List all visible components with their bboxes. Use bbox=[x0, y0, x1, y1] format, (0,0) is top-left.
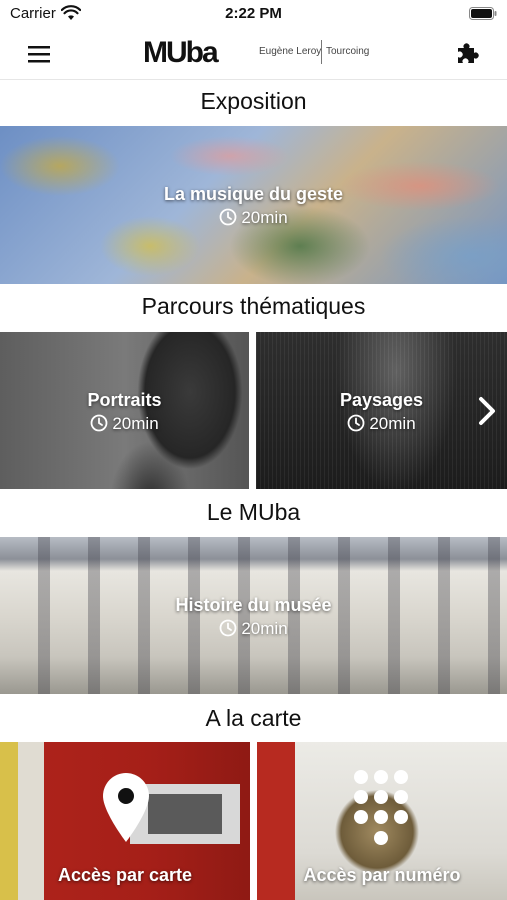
card-image-abstract-painting bbox=[0, 126, 507, 284]
status-time: 2:22 PM bbox=[225, 5, 282, 22]
logo-subtitle-city: Tourcoing bbox=[326, 46, 370, 57]
clock-icon bbox=[219, 208, 237, 226]
card-exposition[interactable]: La musique du geste 20min bbox=[0, 126, 507, 284]
nav-bar: MUba Eugène Leroy Tourcoing bbox=[0, 28, 507, 80]
card-muba-histoire[interactable]: Histoire du musée 20min bbox=[0, 537, 507, 694]
status-bar: Carrier 2:22 PM bbox=[0, 0, 507, 28]
hamburger-menu-icon[interactable] bbox=[26, 42, 54, 66]
card-exposition-duration: 20min bbox=[0, 208, 507, 228]
chevron-right-icon[interactable] bbox=[477, 396, 497, 426]
duration-text: 20min bbox=[241, 619, 288, 638]
section-title-muba: Le MUba bbox=[206, 499, 301, 525]
card-histoire-duration: 20min bbox=[0, 619, 507, 639]
logo-separator bbox=[321, 40, 322, 64]
battery-icon bbox=[469, 7, 497, 20]
duration-text: 20min bbox=[241, 208, 288, 227]
puzzle-piece-icon[interactable] bbox=[455, 40, 481, 66]
card-paysages-title: Paysages bbox=[339, 390, 424, 410]
card-acces-carte[interactable]: Accès par carte bbox=[0, 742, 250, 900]
section-title-parcours: Parcours thématiques bbox=[141, 293, 366, 319]
card-portraits-duration: 20min bbox=[0, 414, 249, 434]
card-exposition-title: La musique du geste bbox=[163, 184, 344, 204]
card-portraits-title: Portraits bbox=[87, 390, 162, 410]
section-title-exposition: Exposition bbox=[200, 88, 307, 114]
card-histoire-title: Histoire du musée bbox=[175, 595, 332, 615]
clock-icon bbox=[347, 414, 365, 432]
duration-text: 20min bbox=[369, 414, 416, 433]
map-pin-icon bbox=[103, 773, 149, 842]
logo-text: MUba bbox=[143, 36, 219, 69]
card-acces-numero-title: Accès par numéro bbox=[303, 865, 461, 885]
card-acces-numero[interactable]: Accès par numéro bbox=[257, 742, 507, 900]
card-parcours-paysages[interactable]: Paysages 20min bbox=[256, 332, 507, 489]
keypad-icon bbox=[354, 770, 408, 845]
duration-text: 20min bbox=[112, 414, 159, 433]
logo-subtitle-name: Eugène Leroy bbox=[259, 46, 322, 57]
card-paysages-duration: 20min bbox=[256, 414, 507, 434]
section-title-carte: A la carte bbox=[205, 705, 302, 731]
clock-icon bbox=[90, 414, 108, 432]
clock-icon bbox=[219, 619, 237, 637]
card-parcours-portraits[interactable]: Portraits 20min bbox=[0, 332, 249, 489]
card-acces-carte-title: Accès par carte bbox=[57, 865, 193, 885]
